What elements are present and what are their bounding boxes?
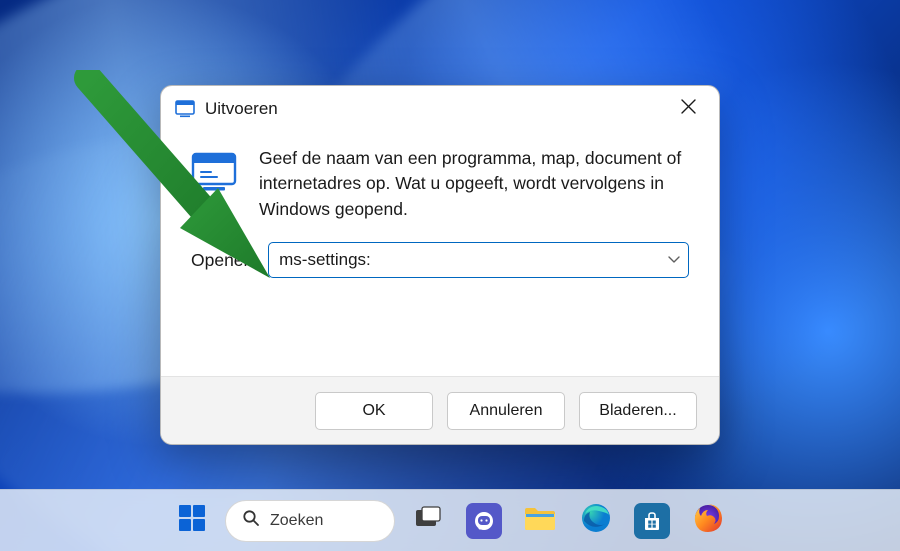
run-dialog: Uitvoeren Geef de naam van een programma… xyxy=(160,85,720,445)
task-view-icon xyxy=(413,503,443,538)
edge-icon xyxy=(579,501,613,540)
browse-button-label: Bladeren... xyxy=(599,402,676,420)
file-explorer-button[interactable] xyxy=(517,498,563,544)
dialog-description: Geef de naam van een programma, map, doc… xyxy=(259,146,689,222)
search-placeholder: Zoeken xyxy=(270,512,323,530)
chat-button[interactable] xyxy=(461,498,507,544)
close-icon xyxy=(681,99,696,119)
open-combobox[interactable] xyxy=(268,242,689,278)
start-button[interactable] xyxy=(169,498,215,544)
open-input[interactable] xyxy=(279,250,662,270)
titlebar: Uitvoeren xyxy=(161,86,719,132)
ok-button[interactable]: OK xyxy=(315,392,433,430)
search-icon xyxy=(242,509,260,532)
close-button[interactable] xyxy=(665,91,711,127)
dialog-body: Geef de naam van een programma, map, doc… xyxy=(161,132,719,232)
store-icon xyxy=(634,503,670,539)
chevron-down-icon[interactable] xyxy=(662,255,680,265)
taskbar-search[interactable]: Zoeken xyxy=(225,500,395,542)
open-row: Openen: xyxy=(161,232,719,278)
cancel-button-label: Annuleren xyxy=(470,402,543,420)
store-button[interactable] xyxy=(629,498,675,544)
browse-button[interactable]: Bladeren... xyxy=(579,392,697,430)
cancel-button[interactable]: Annuleren xyxy=(447,392,565,430)
dialog-title: Uitvoeren xyxy=(205,99,278,119)
run-large-icon xyxy=(191,146,237,222)
firefox-icon xyxy=(691,501,725,540)
run-icon xyxy=(175,100,195,118)
windows-logo-icon xyxy=(176,502,208,539)
firefox-button[interactable] xyxy=(685,498,731,544)
open-label: Openen: xyxy=(191,250,258,271)
chat-icon xyxy=(466,503,502,539)
folder-icon xyxy=(522,502,558,539)
ok-button-label: OK xyxy=(362,402,385,420)
button-bar: OK Annuleren Bladeren... xyxy=(161,376,719,444)
edge-button[interactable] xyxy=(573,498,619,544)
taskbar: Zoeken xyxy=(0,489,900,551)
task-view-button[interactable] xyxy=(405,498,451,544)
